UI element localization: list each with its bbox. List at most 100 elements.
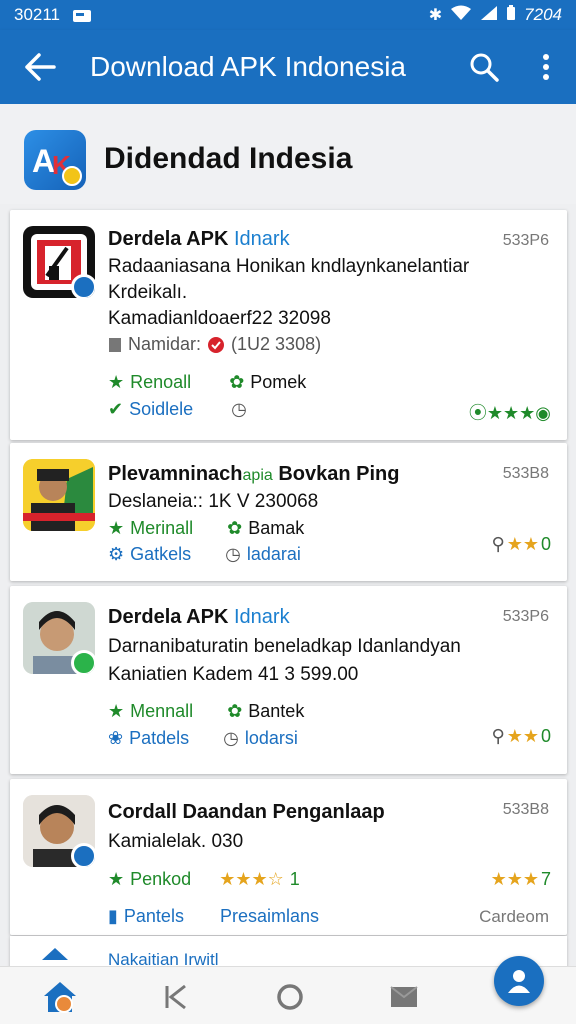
- meta-label[interactable]: lodarsi: [245, 728, 298, 749]
- nav-mail[interactable]: [384, 977, 424, 1017]
- search-button[interactable]: [460, 43, 508, 91]
- app-description: Deslaneia:: 1K V 230068: [108, 491, 319, 512]
- meta-label[interactable]: Presaimlans: [220, 906, 319, 927]
- mail-icon: [390, 986, 418, 1007]
- star-icon: ★: [108, 518, 125, 538]
- shield-icon: [208, 336, 225, 353]
- meta-label[interactable]: Penkod: [130, 869, 191, 890]
- circle-icon: [277, 984, 303, 1010]
- gear-icon: ✿: [227, 701, 243, 721]
- bottom-navigation: [0, 966, 576, 1024]
- nav-home-circle[interactable]: [270, 977, 310, 1017]
- app-description: Radaaniasana Honikan kndlaynkanelantiar: [108, 256, 470, 277]
- meta-label[interactable]: Bantek: [248, 701, 304, 722]
- doc-icon: ▮: [108, 906, 118, 926]
- award-icon: ❀: [108, 728, 124, 748]
- rating-badge: ★★★ 7: [491, 869, 551, 890]
- stars-icon: ★★: [506, 726, 539, 746]
- meta-label[interactable]: ladarai: [247, 544, 301, 565]
- clock-icon: ◷: [223, 728, 239, 748]
- app-title: Derdela APK Idnark: [108, 228, 290, 251]
- app-description: Kamialelak. 030: [108, 831, 244, 852]
- status-bar: 30211 ✱ 7204: [0, 0, 576, 30]
- meta-label[interactable]: Pomek: [250, 372, 306, 393]
- verified-badge: [71, 650, 95, 674]
- app-bar: Download APK Indonesia: [0, 30, 576, 104]
- page-title: Didendad Indesia: [104, 142, 353, 175]
- info-label: Namidar:: [128, 334, 202, 354]
- home-icon: [44, 982, 76, 1013]
- stars-icon: ★★★☆: [219, 869, 284, 889]
- app-thumbnail: [23, 795, 95, 867]
- meta-label[interactable]: Renoall: [130, 372, 191, 393]
- pin-icon: ⚲: [491, 726, 505, 746]
- rating-value: 7: [540, 869, 551, 889]
- more-options-button[interactable]: [528, 43, 564, 91]
- nav-home[interactable]: [40, 977, 80, 1017]
- signal-icon: [480, 5, 498, 26]
- check-circle-icon: ✔: [108, 399, 124, 419]
- app-title-rest: Bovkan Ping: [278, 463, 400, 485]
- app-info-row: Namidar: (1U2 3308): [108, 334, 321, 355]
- status-left-text: 30211: [14, 5, 61, 24]
- gear-icon: ⚙: [108, 544, 125, 564]
- meta-label[interactable]: Mennall: [130, 701, 193, 722]
- stars-icon: ★★: [506, 534, 539, 554]
- app-title: Plevamninachapia Bovkan Ping: [108, 463, 399, 486]
- app-card[interactable]: 533P6 Derdela APK Idnark Darnanibaturati…: [10, 586, 567, 774]
- app-description: Kamadianldoaerf22 32098: [108, 308, 331, 329]
- nav-back[interactable]: [156, 977, 196, 1017]
- meta-row: ★ Renoall ✿ Pomek: [108, 372, 306, 393]
- arrow-left-icon: [25, 53, 56, 81]
- app-title: Derdela APK Idnark: [108, 606, 290, 629]
- app-size: 533P6: [502, 232, 549, 249]
- app-thumbnail: [23, 602, 95, 674]
- app-title-accent: apia: [242, 467, 273, 484]
- app-description: Darnanibaturatin beneladkap Idanlandyan: [108, 636, 461, 657]
- meta-row: ▮ Pantels Presaimlans: [108, 906, 319, 927]
- clock-icon: ◷: [225, 544, 241, 564]
- star-icon: ★: [108, 701, 125, 721]
- app-bar-title: Download APK Indonesia: [90, 51, 406, 82]
- rating-value: 0: [540, 726, 551, 746]
- meta-label[interactable]: Soidlele: [129, 399, 193, 420]
- meta-label[interactable]: 1: [290, 869, 300, 890]
- app-card[interactable]: 533B8 Cordall Daandan Penganlaap Kamiale…: [10, 779, 567, 935]
- app-size: 533B8: [502, 465, 549, 482]
- meta-row: ⚙ Gatkels ◷ ladarai: [108, 544, 301, 565]
- clock-icon: ◷: [231, 399, 247, 419]
- rating-value: 0: [540, 534, 551, 554]
- meta-label[interactable]: Patdels: [129, 728, 189, 749]
- profile-fab[interactable]: [494, 956, 544, 1006]
- app-thumbnail: [23, 226, 95, 298]
- wifi-icon: [450, 5, 472, 26]
- verified-badge: [71, 274, 95, 298]
- meta-label[interactable]: Merinall: [130, 518, 193, 539]
- battery-icon: [506, 4, 516, 26]
- more-vert-icon: [543, 54, 549, 80]
- home-small-icon: [40, 946, 70, 968]
- back-button[interactable]: [10, 37, 70, 97]
- file-icon: [109, 337, 121, 352]
- notification-icon: [72, 8, 92, 22]
- bluetooth-icon: ✱: [428, 7, 443, 24]
- meta-row: ✔ Soidlele ◷: [108, 399, 247, 420]
- person-icon: [508, 970, 530, 993]
- peek-card[interactable]: Nakaitian Irwitl: [10, 936, 567, 968]
- meta-label[interactable]: Gatkels: [130, 544, 191, 565]
- app-title-text: Plevamninach: [108, 463, 243, 485]
- verified-badge: [71, 843, 95, 867]
- app-card[interactable]: 533B8 Plevamninachapia Bovkan Ping Desla…: [10, 443, 567, 581]
- stars-icon: ⦿★★★◉: [468, 403, 551, 423]
- meta-label[interactable]: Pantels: [124, 906, 184, 927]
- app-title: Cordall Daandan Penganlaap: [108, 801, 385, 823]
- star-icon: ★: [108, 869, 125, 889]
- stars-icon: ★★★: [490, 869, 539, 889]
- star-icon: ★: [108, 372, 125, 392]
- meta-label[interactable]: Bamak: [248, 518, 304, 539]
- gear-icon: ✿: [227, 518, 243, 538]
- app-card[interactable]: 533P6 Derdela APK Idnark Radaaniasana Ho…: [10, 210, 567, 440]
- app-title-accent: Idnark: [233, 606, 290, 628]
- page-header: A K Didendad Indesia: [0, 104, 576, 204]
- gear-icon: ✿: [229, 372, 245, 392]
